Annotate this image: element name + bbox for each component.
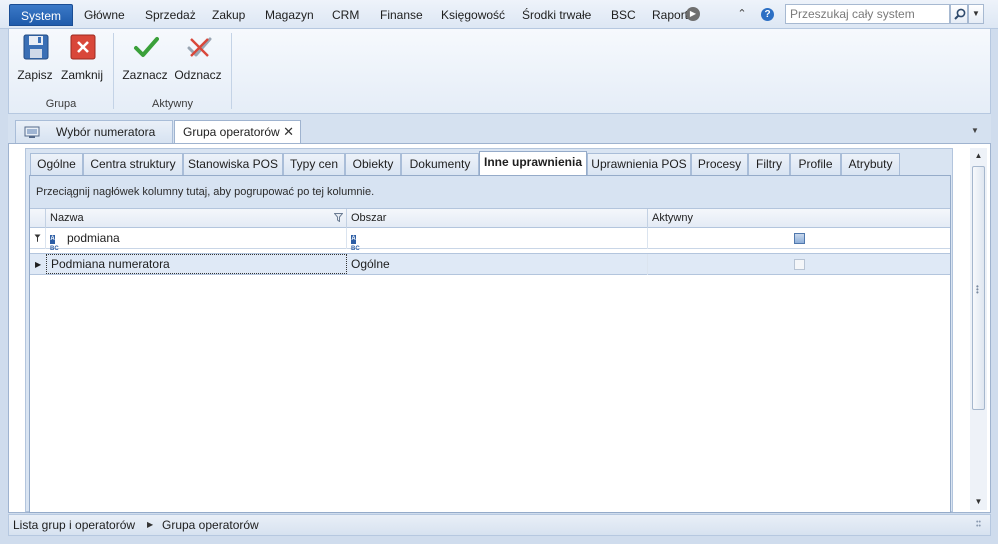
menu-srodki-trwale[interactable]: Środki trwałe bbox=[522, 5, 591, 25]
tab-typy-cen[interactable]: Typy cen bbox=[283, 153, 345, 175]
vertical-scrollbar[interactable]: ▲ • • • ▼ bbox=[970, 148, 987, 510]
row-indicator: ▶ bbox=[30, 254, 46, 275]
tabs-dropdown-icon[interactable]: ▼ bbox=[971, 126, 979, 135]
menu-glowne[interactable]: Główne bbox=[84, 5, 125, 25]
check-button[interactable]: Zaznacz bbox=[120, 31, 170, 87]
uncheck-label: Odznacz bbox=[174, 68, 222, 82]
tab-ogolne[interactable]: Ogólne bbox=[30, 153, 83, 175]
menu-zakup[interactable]: Zakup bbox=[212, 5, 245, 25]
cell-nazwa[interactable]: Podmiana numeratora bbox=[46, 254, 347, 274]
filter-cell-obszar[interactable]: ABC bbox=[347, 228, 648, 252]
tab-grupa-operatorow[interactable]: Grupa operatorów ✕ bbox=[174, 120, 301, 145]
menu-sprzedaz[interactable]: Sprzedaż bbox=[145, 5, 196, 25]
minimize-ribbon-icon[interactable]: ⌃ bbox=[735, 7, 749, 21]
scroll-thumb[interactable]: • • • bbox=[972, 166, 985, 410]
grid-header: Nazwa Obszar Aktywny bbox=[30, 209, 950, 228]
close-tab-icon[interactable]: ✕ bbox=[283, 121, 294, 143]
tab-label: Grupa operatorów bbox=[183, 125, 280, 139]
tab-atrybuty[interactable]: Atrybuty bbox=[841, 153, 900, 175]
filter-cell-aktywny[interactable] bbox=[648, 228, 950, 249]
group-by-hint[interactable]: Przeciągnij nagłówek kolumny tutaj, aby … bbox=[30, 176, 950, 209]
breadcrumb-grupa-operatorow[interactable]: Grupa operatorów bbox=[162, 515, 259, 535]
filter-icon[interactable] bbox=[334, 213, 343, 222]
check-label: Zaznacz bbox=[122, 68, 168, 82]
help-icon[interactable]: ? bbox=[761, 8, 774, 21]
search-button[interactable] bbox=[950, 4, 968, 24]
search-dropdown-icon[interactable]: ▼ bbox=[968, 4, 984, 24]
filter-cell-nazwa[interactable]: AABCBC podmiana bbox=[46, 228, 347, 252]
filter-pin-icon bbox=[34, 234, 41, 242]
menu-crm[interactable]: CRM bbox=[332, 5, 359, 25]
column-header-aktywny[interactable]: Aktywny bbox=[648, 209, 950, 228]
breadcrumb-separator-icon: ▶ bbox=[147, 520, 154, 529]
breadcrumb-lista-grup[interactable]: Lista grup i operatorów bbox=[13, 515, 135, 535]
close-button[interactable]: Zamknij bbox=[57, 31, 107, 87]
panel-container: Ogólne Centra struktury Stanowiska POS T… bbox=[25, 148, 953, 513]
main-content: Ogólne Centra struktury Stanowiska POS T… bbox=[8, 143, 991, 513]
filter-row: AABCBC podmiana ABC bbox=[30, 228, 950, 252]
ribbon-separator bbox=[231, 33, 232, 109]
row-indicator-header bbox=[30, 209, 46, 228]
tab-label: Wybór numeratora bbox=[56, 125, 156, 139]
menu-magazyn[interactable]: Magazyn bbox=[265, 5, 314, 25]
menu-scroll-right-icon[interactable]: ▶ bbox=[686, 7, 700, 21]
column-header-label: Nazwa bbox=[50, 212, 84, 224]
document-tabs: Wybór numeratora Grupa operatorów ✕ ▼ bbox=[8, 114, 991, 145]
close-icon bbox=[70, 34, 96, 60]
cell-aktywny[interactable] bbox=[648, 254, 950, 275]
save-icon bbox=[23, 34, 49, 60]
search-icon bbox=[954, 8, 966, 20]
save-label: Zapisz bbox=[17, 68, 53, 82]
group-label-aktywny: Aktywny bbox=[152, 98, 193, 110]
menu-ksiegowosc[interactable]: Księgowość bbox=[441, 5, 505, 25]
menu-finanse[interactable]: Finanse bbox=[380, 5, 423, 25]
tab-inne-uprawnienia[interactable]: Inne uprawnienia bbox=[479, 151, 587, 176]
checkmark-icon bbox=[134, 37, 159, 57]
tab-dokumenty[interactable]: Dokumenty bbox=[401, 153, 479, 175]
close-label: Zamknij bbox=[60, 68, 103, 82]
menu-raporty[interactable]: Raport bbox=[652, 5, 688, 25]
uncheck-button[interactable]: Odznacz bbox=[173, 31, 223, 87]
contains-operator-icon: ABC bbox=[351, 234, 360, 252]
filter-row-indicator bbox=[30, 228, 46, 249]
tab-uprawnienia-pos[interactable]: Uprawnienia POS bbox=[587, 153, 691, 175]
tab-filtry[interactable]: Filtry bbox=[748, 153, 790, 175]
save-button[interactable]: Zapisz bbox=[10, 31, 60, 87]
scroll-down-icon[interactable]: ▼ bbox=[970, 494, 987, 510]
tab-centra-struktury[interactable]: Centra struktury bbox=[83, 153, 183, 175]
tab-profile[interactable]: Profile bbox=[790, 153, 841, 175]
grid-panel: Przeciągnij nagłówek kolumny tutaj, aby … bbox=[29, 175, 951, 513]
table-row[interactable]: ▶ Podmiana numeratora Ogólne bbox=[30, 253, 950, 275]
row-checkbox-aktywny[interactable] bbox=[794, 259, 805, 270]
group-label-grupa: Grupa bbox=[45, 98, 77, 110]
tab-procesy[interactable]: Procesy bbox=[691, 153, 748, 175]
column-header-nazwa[interactable]: Nazwa bbox=[46, 209, 347, 228]
status-bar: Lista grup i operatorów ▶ Grupa operator… bbox=[8, 514, 991, 536]
current-row-arrow-icon: ▶ bbox=[35, 260, 42, 269]
tab-wybor-numeratora[interactable]: Wybór numeratora bbox=[15, 120, 173, 144]
global-search-input[interactable]: Przeszukaj cały system bbox=[785, 4, 950, 24]
uncheck-icon bbox=[187, 37, 212, 57]
ribbon: Zapisz Zamknij Grupa Zaznacz Odznacz Akt… bbox=[8, 29, 991, 114]
cell-obszar[interactable]: Ogólne bbox=[347, 254, 648, 275]
tab-obiekty[interactable]: Obiekty bbox=[345, 153, 401, 175]
tab-stanowiska-pos[interactable]: Stanowiska POS bbox=[183, 153, 283, 175]
menu-bar: System Główne Sprzedaż Zakup Magazyn CRM… bbox=[0, 0, 998, 29]
grip-icon: • • • bbox=[976, 282, 979, 297]
monitor-icon bbox=[24, 126, 40, 138]
menu-system[interactable]: System bbox=[9, 4, 73, 26]
column-header-obszar[interactable]: Obszar bbox=[347, 209, 648, 228]
resize-grip-icon[interactable]: •• •• bbox=[976, 519, 986, 531]
menu-bsc[interactable]: BSC bbox=[611, 5, 636, 25]
filter-value-nazwa: podmiana bbox=[67, 231, 120, 245]
abc-glyph: A bbox=[50, 234, 55, 244]
contains-operator-icon: AABCBC bbox=[50, 234, 59, 252]
filter-checkbox-aktywny[interactable] bbox=[794, 233, 805, 244]
scroll-up-icon[interactable]: ▲ bbox=[970, 148, 987, 164]
